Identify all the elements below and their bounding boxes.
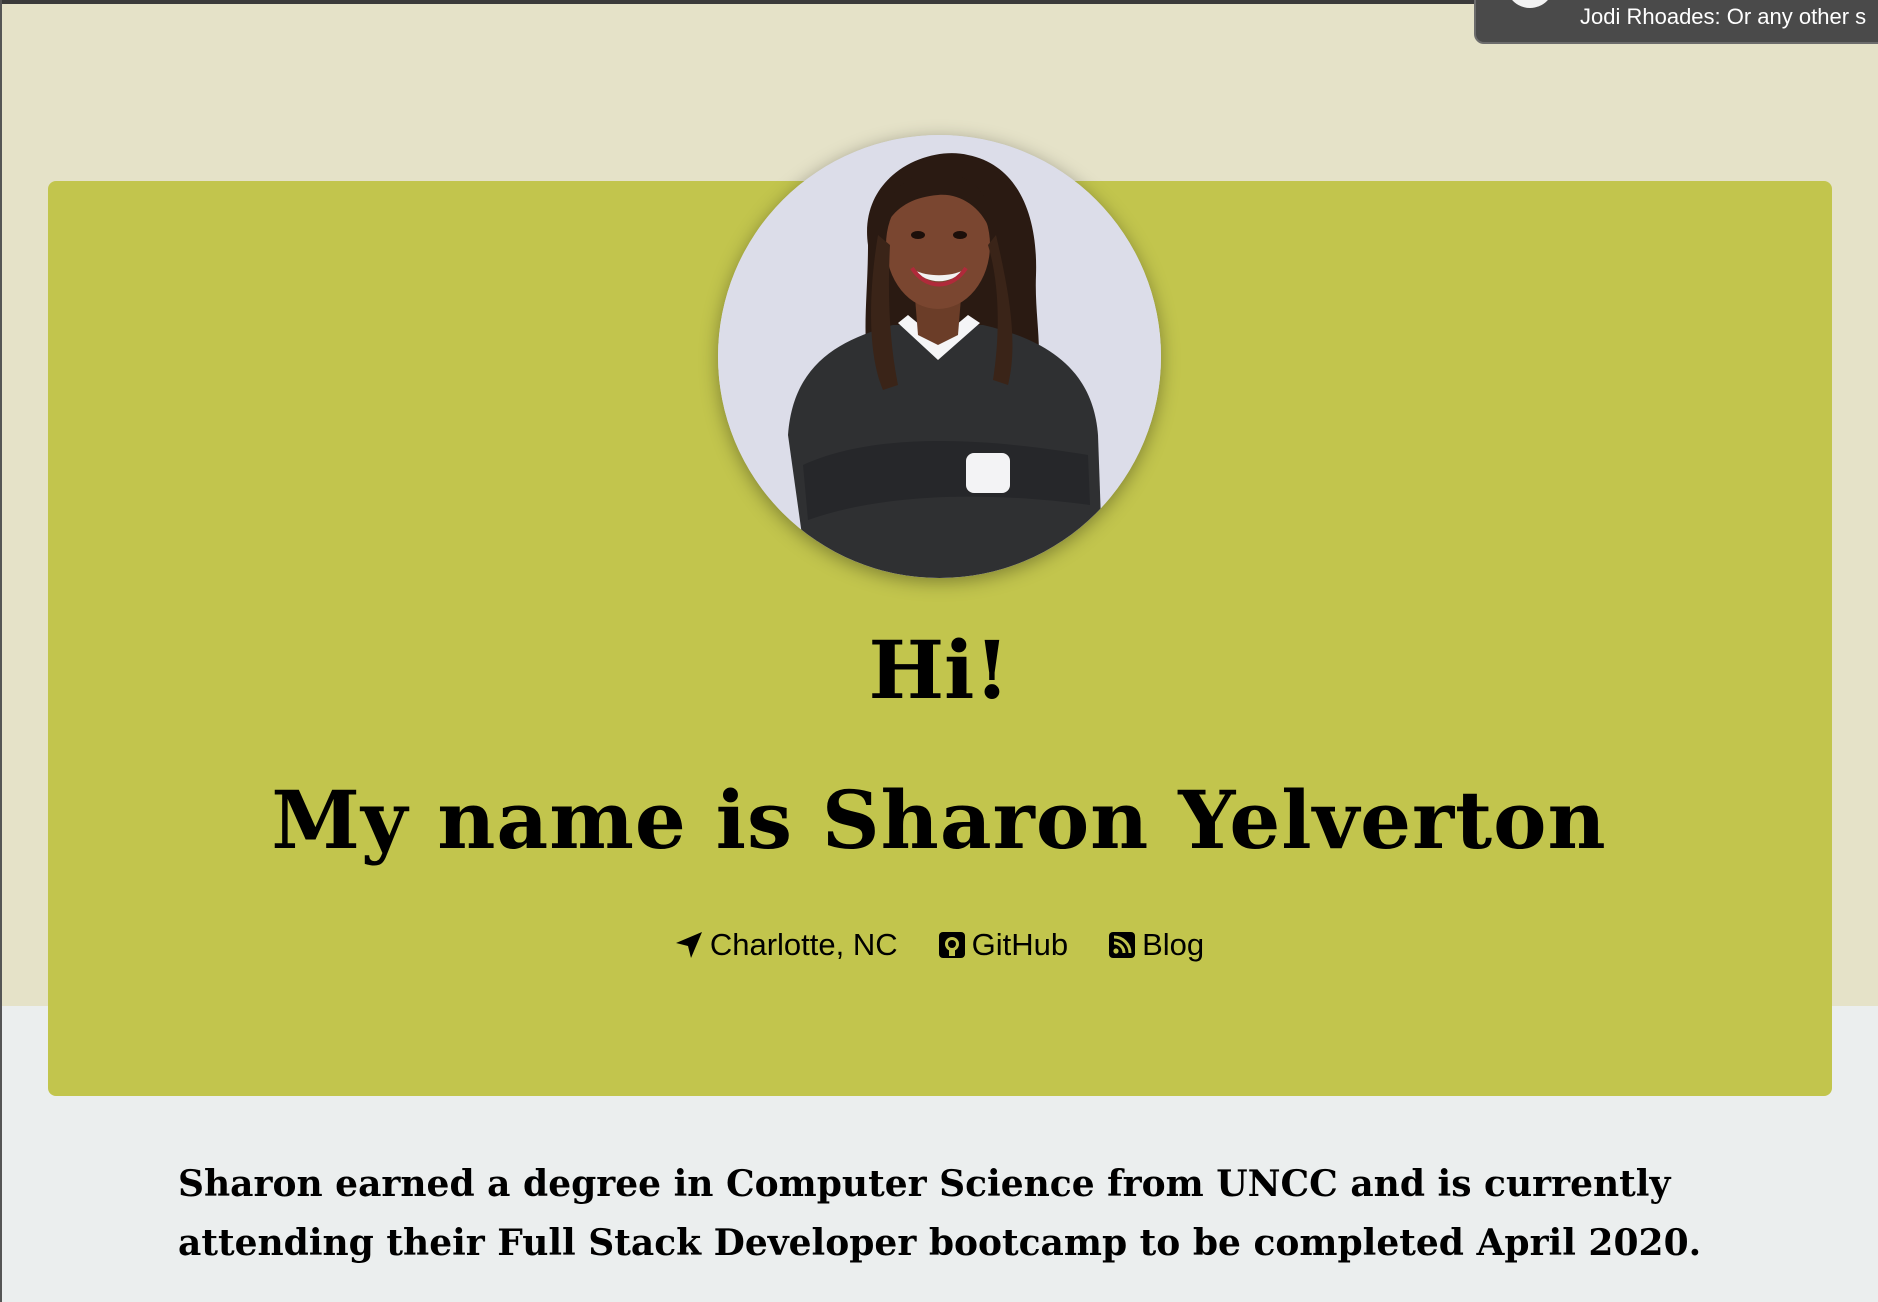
notification-text: Jodi Rhoades: Or any other s [1580, 4, 1867, 29]
location-arrow-icon [674, 930, 704, 960]
github-link[interactable]: GitHub [938, 925, 1068, 965]
bio-paragraph: Sharon earned a degree in Computer Scien… [178, 1163, 1702, 1264]
chat-notification[interactable]: Jodi Rhoades: Or any other s [1474, 0, 1878, 44]
name-heading: My name is Sharon Yelverton [271, 773, 1607, 867]
blog-label: Blog [1142, 927, 1205, 962]
github-label: GitHub [971, 927, 1069, 962]
notification-avatar [1506, 0, 1554, 8]
profile-links: Charlotte, NC GitHub Blog [0, 925, 1878, 965]
rss-icon [1108, 931, 1136, 959]
github-icon [938, 931, 966, 959]
profile-photo-illustration [718, 135, 1161, 578]
greeting-heading: Hi! [868, 623, 1010, 717]
location-link[interactable]: Charlotte, NC [674, 925, 898, 965]
location-label: Charlotte, NC [709, 927, 898, 962]
profile-photo [718, 135, 1161, 578]
blog-link[interactable]: Blog [1108, 925, 1204, 965]
